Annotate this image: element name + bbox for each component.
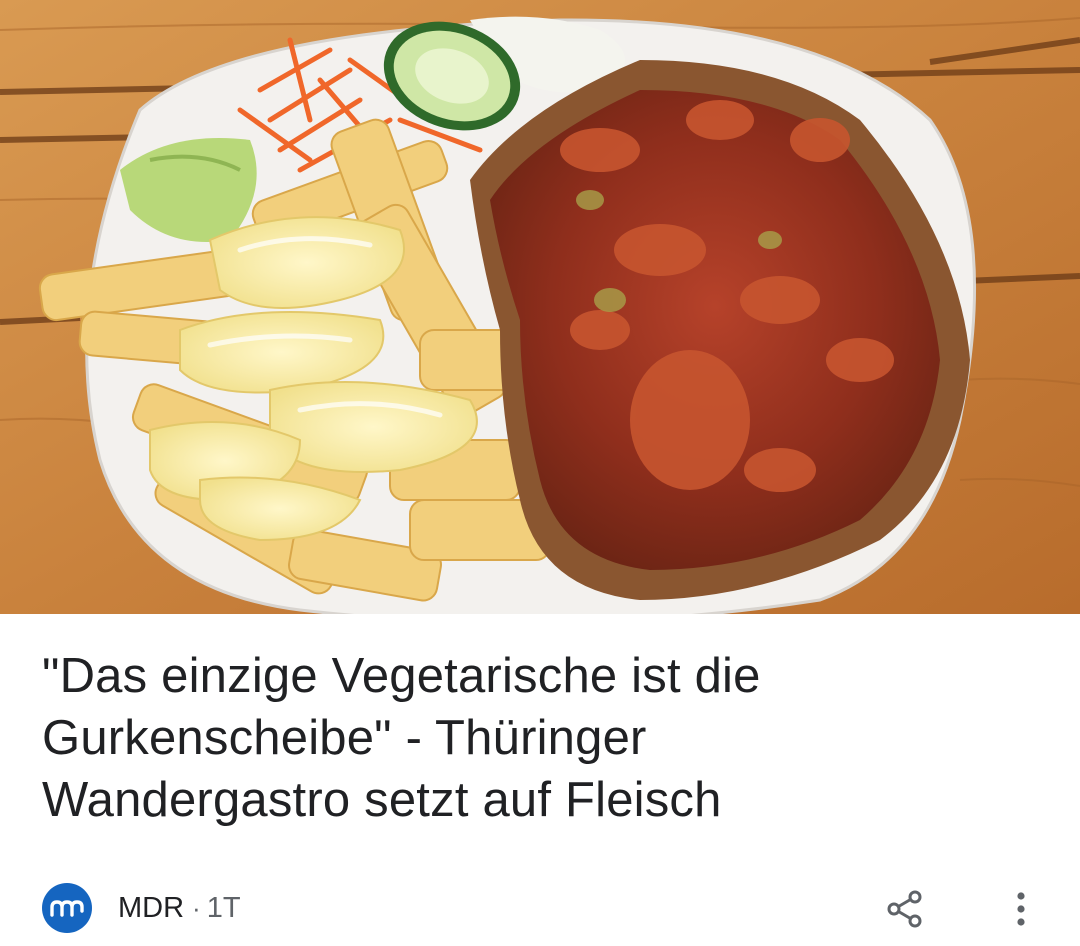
article-image[interactable] bbox=[0, 0, 1080, 614]
article-headline[interactable]: "Das einzige Vegetarische ist die Gurken… bbox=[42, 645, 942, 831]
share-button[interactable] bbox=[880, 884, 930, 934]
article-age: 1T bbox=[206, 891, 241, 924]
mdr-logo-icon[interactable] bbox=[42, 883, 92, 933]
more-vert-icon bbox=[1017, 892, 1025, 926]
article-source: MDR · 1T bbox=[42, 880, 241, 936]
source-separator: · bbox=[192, 892, 201, 923]
more-options-button[interactable] bbox=[998, 884, 1044, 934]
news-card[interactable]: "Das einzige Vegetarische ist die Gurken… bbox=[0, 0, 1080, 946]
share-icon bbox=[887, 890, 922, 928]
source-name[interactable]: MDR bbox=[118, 892, 184, 925]
food-photo bbox=[0, 0, 1080, 614]
